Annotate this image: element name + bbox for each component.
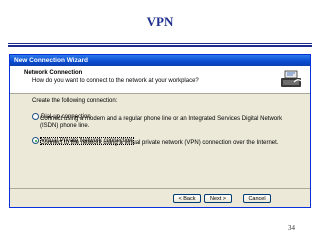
vpn-description: Connect to the network using a virtual p… [40, 140, 279, 146]
dial-up-option[interactable]: Dial-up connection Connect using a modem… [32, 108, 282, 129]
header-title: Network Connection [24, 70, 83, 76]
network-connection-icon [281, 70, 302, 87]
back-button[interactable]: < Back [173, 194, 201, 203]
next-button[interactable]: Next > [204, 194, 232, 203]
cancel-button[interactable]: Cancel [243, 194, 271, 203]
title-rule [8, 43, 312, 44]
connection-prompt: Create the following connection: [32, 98, 118, 104]
slide-title: VPN [146, 14, 174, 29]
wizard-window: New Connection Wizard Network Connection… [9, 54, 311, 208]
vpn-option[interactable]: Virtual Private Network connection Conne… [32, 132, 278, 150]
page-number: 34 [288, 224, 295, 232]
vpn-radio[interactable] [32, 137, 39, 145]
title-rule-thick [8, 45, 312, 47]
wizard-body: Create the following connection: Dial-up… [10, 94, 310, 188]
wizard-footer: < Back Next > Cancel [10, 188, 310, 209]
dial-up-description: Connect using a modem and a regular phon… [40, 116, 283, 129]
header-subtitle: How do you want to connect to the networ… [32, 78, 199, 84]
window-title-bar[interactable]: New Connection Wizard [10, 55, 310, 66]
wizard-header: Network Connection How do you want to co… [10, 66, 310, 94]
dial-up-radio[interactable] [32, 113, 39, 121]
